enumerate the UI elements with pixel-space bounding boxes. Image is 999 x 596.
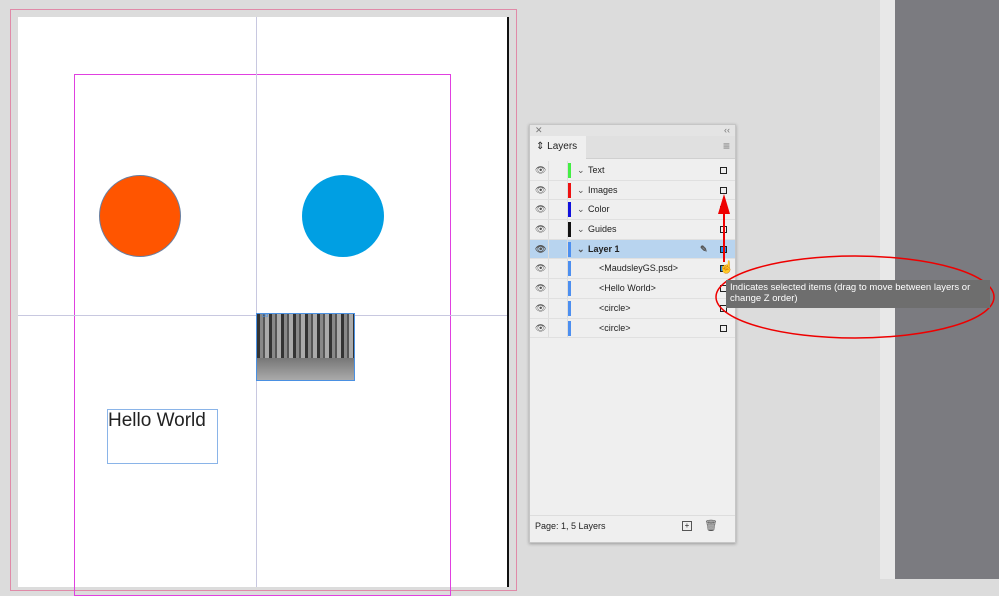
- tooltip: Indicates selected items (drag to move b…: [726, 280, 990, 308]
- hand-cursor-icon: ☝: [719, 260, 734, 274]
- red-arrow-head: [718, 194, 730, 214]
